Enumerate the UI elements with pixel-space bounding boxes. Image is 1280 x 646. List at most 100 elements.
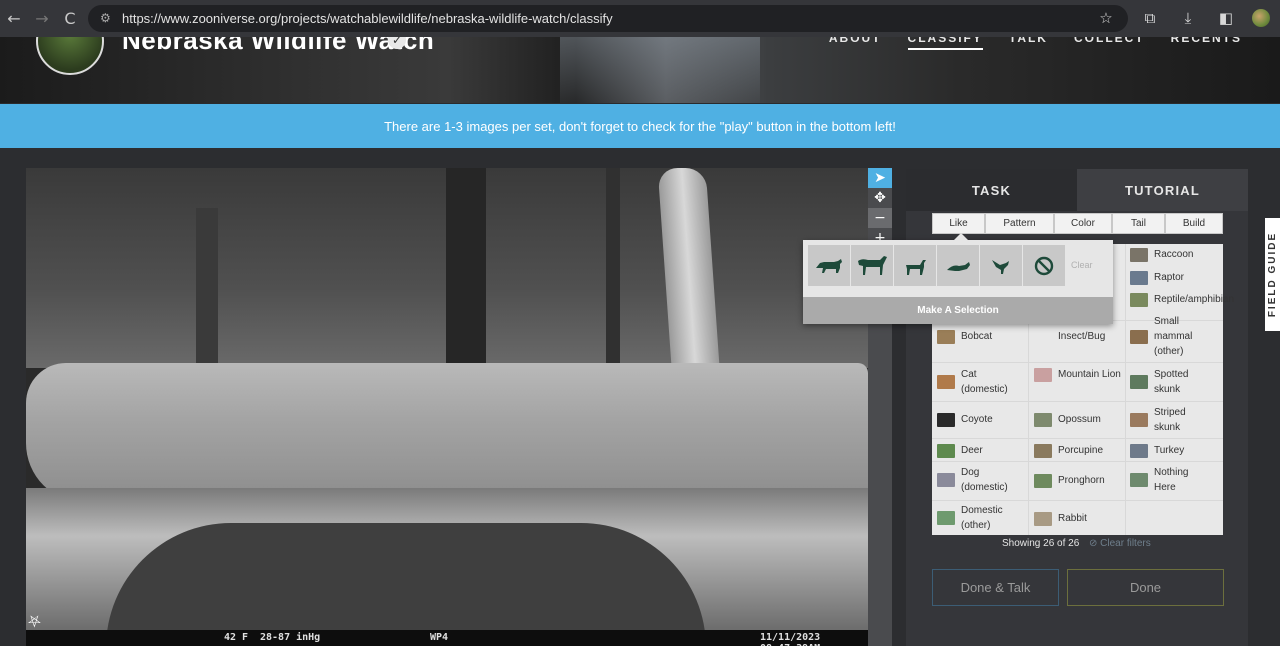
camera-id: WP4 bbox=[430, 632, 449, 643]
grid-divider bbox=[932, 461, 1223, 462]
zoom-out-icon[interactable]: − bbox=[868, 208, 892, 228]
tab-tutorial[interactable]: TUTORIAL bbox=[1077, 169, 1248, 211]
nav-recents[interactable]: RECENTS bbox=[1171, 37, 1242, 50]
temperature: 42 F bbox=[224, 632, 249, 643]
species-opossum[interactable]: Opossum bbox=[1034, 412, 1124, 427]
porcupine-thumbnail bbox=[1034, 443, 1052, 458]
camera-brand-icon: ⛧ bbox=[28, 612, 41, 631]
filter-like[interactable]: Like bbox=[932, 213, 985, 234]
profile-avatar[interactable] bbox=[1252, 9, 1270, 27]
species-label: Insect/Bug bbox=[1058, 331, 1106, 342]
browser-toolbar: ← → C ⚙ https://www.zooniverse.org/proje… bbox=[0, 0, 1280, 37]
popup-clear-button[interactable]: Clear bbox=[1071, 260, 1093, 270]
species-nothing-here[interactable]: Nothing Here bbox=[1130, 465, 1220, 495]
species-small-mammal[interactable]: Small mammal (other) bbox=[1130, 314, 1192, 359]
species-insect-bug[interactable]: Insect/Bug bbox=[1034, 329, 1124, 344]
species-label: Deer bbox=[961, 445, 983, 456]
project-header: Nebraska Wildlife Watch ✓ ABOUT CLASSIFY… bbox=[0, 37, 1280, 103]
nav-talk[interactable]: TALK bbox=[1009, 37, 1048, 50]
url-text: https://www.zooniverse.org/projects/watc… bbox=[122, 11, 613, 26]
species-spotted-skunk[interactable]: Spotted skunk bbox=[1130, 367, 1220, 397]
done-and-talk-button[interactable]: Done & Talk bbox=[932, 569, 1059, 606]
species-bobcat[interactable]: Bobcat bbox=[937, 329, 1025, 344]
species-domestic-other[interactable]: Domestic (other) bbox=[937, 503, 1025, 533]
project-avatar[interactable] bbox=[36, 37, 104, 75]
weasel-like-icon[interactable] bbox=[937, 245, 979, 286]
deer-like-icon[interactable] bbox=[894, 245, 936, 286]
mountain-lion-thumbnail bbox=[1034, 367, 1052, 382]
project-nav: ABOUT CLASSIFY TALK COLLECT RECENTS bbox=[829, 37, 1242, 50]
filter-tail[interactable]: Tail bbox=[1112, 213, 1165, 234]
bird-like-icon[interactable] bbox=[980, 245, 1022, 286]
species-label: Reptile/amphibian bbox=[1154, 294, 1235, 305]
sidebar-icon[interactable]: ◧ bbox=[1214, 5, 1238, 31]
species-deer[interactable]: Deer bbox=[937, 443, 1025, 458]
species-cat-domestic[interactable]: Cat (domestic) bbox=[937, 367, 1025, 397]
announcement-banner: There are 1-3 images per set, don't forg… bbox=[0, 104, 1280, 148]
ground-shadow bbox=[106, 523, 706, 646]
species-turkey[interactable]: Turkey bbox=[1130, 443, 1220, 458]
move-icon[interactable]: ✥ bbox=[868, 188, 892, 208]
species-mountain-lion[interactable]: Mountain Lion bbox=[1034, 367, 1124, 382]
species-label: Pronghorn bbox=[1058, 475, 1105, 486]
striped-skunk-thumbnail bbox=[1130, 413, 1148, 427]
nav-about[interactable]: ABOUT bbox=[829, 37, 882, 50]
species-label: Turkey bbox=[1154, 445, 1185, 456]
tab-task[interactable]: TASK bbox=[906, 169, 1077, 211]
like-filter-popup: Clear Make A Selection bbox=[803, 233, 1113, 324]
species-striped-skunk[interactable]: Striped skunk bbox=[1130, 405, 1220, 435]
site-info-icon[interactable]: ⚙ bbox=[100, 11, 111, 25]
species-pronghorn[interactable]: Pronghorn bbox=[1034, 473, 1124, 488]
filter-build[interactable]: Build bbox=[1165, 213, 1223, 234]
horse-like-icon[interactable] bbox=[851, 245, 893, 286]
back-icon[interactable]: ← bbox=[0, 5, 28, 33]
grid-divider bbox=[932, 438, 1223, 439]
species-coyote[interactable]: Coyote bbox=[937, 412, 1025, 427]
pointer-icon[interactable]: ➤ bbox=[868, 168, 892, 188]
species-label: Domestic (other) bbox=[961, 505, 1003, 531]
species-reptile-amphibian[interactable]: Reptile/amphibian bbox=[1130, 292, 1250, 307]
grid-divider bbox=[1125, 244, 1126, 535]
species-label: Raptor bbox=[1154, 272, 1185, 283]
species-label: Nothing Here bbox=[1154, 467, 1189, 493]
cat-thumbnail bbox=[937, 375, 955, 389]
species-porcupine[interactable]: Porcupine bbox=[1034, 443, 1124, 458]
forward-icon[interactable]: → bbox=[28, 5, 56, 33]
species-label: Coyote bbox=[961, 414, 993, 425]
pressure: 28-87 inHg bbox=[260, 632, 321, 643]
clear-filters-link[interactable]: ⊘ Clear filters bbox=[1089, 538, 1151, 549]
field-guide-tab[interactable]: FIELD GUIDE bbox=[1265, 218, 1280, 331]
species-label: Striped skunk bbox=[1154, 407, 1186, 433]
raptor-thumbnail bbox=[1130, 270, 1148, 285]
header-background-image bbox=[560, 37, 760, 103]
filter-pattern[interactable]: Pattern bbox=[985, 213, 1054, 234]
download-icon[interactable]: ⤓ bbox=[1176, 5, 1200, 31]
coyote-thumbnail bbox=[937, 412, 955, 427]
species-label: Bobcat bbox=[961, 331, 993, 342]
done-button[interactable]: Done bbox=[1067, 569, 1224, 606]
bookmark-icon[interactable]: ☆ bbox=[1094, 5, 1118, 31]
extensions-icon[interactable]: ⧉ bbox=[1138, 5, 1162, 31]
bobcat-thumbnail bbox=[937, 329, 955, 344]
nav-classify[interactable]: CLASSIFY bbox=[907, 37, 983, 50]
reload-icon[interactable]: C bbox=[56, 5, 84, 33]
small-mammal-thumbnail bbox=[1130, 329, 1148, 344]
grid-divider bbox=[932, 401, 1223, 402]
none-icon[interactable] bbox=[1023, 245, 1065, 286]
banner-text: There are 1-3 images per set, don't forg… bbox=[384, 118, 896, 134]
species-raccoon[interactable]: Raccoon bbox=[1130, 247, 1220, 262]
species-label: Mountain Lion bbox=[1058, 369, 1121, 380]
filter-color[interactable]: Color bbox=[1054, 213, 1112, 234]
species-label: Small mammal (other) bbox=[1154, 316, 1193, 357]
species-raptor[interactable]: Raptor bbox=[1130, 270, 1220, 285]
spotted-skunk-thumbnail bbox=[1130, 375, 1148, 389]
nav-collect[interactable]: COLLECT bbox=[1074, 37, 1145, 50]
deer-thumbnail bbox=[937, 443, 955, 458]
tree-trunk bbox=[446, 168, 486, 368]
address-bar[interactable]: ⚙ https://www.zooniverse.org/projects/wa… bbox=[88, 5, 1128, 32]
species-rabbit[interactable]: Rabbit bbox=[1034, 511, 1124, 526]
species-label: Spotted skunk bbox=[1154, 369, 1189, 395]
cat-like-icon[interactable] bbox=[808, 245, 850, 286]
species-dog-domestic[interactable]: Dog (domestic) bbox=[937, 465, 1025, 495]
subject-image[interactable]: ⛧ 42 F 28-87 inHg WP4 11/11/2023 08:47:3… bbox=[26, 168, 868, 646]
